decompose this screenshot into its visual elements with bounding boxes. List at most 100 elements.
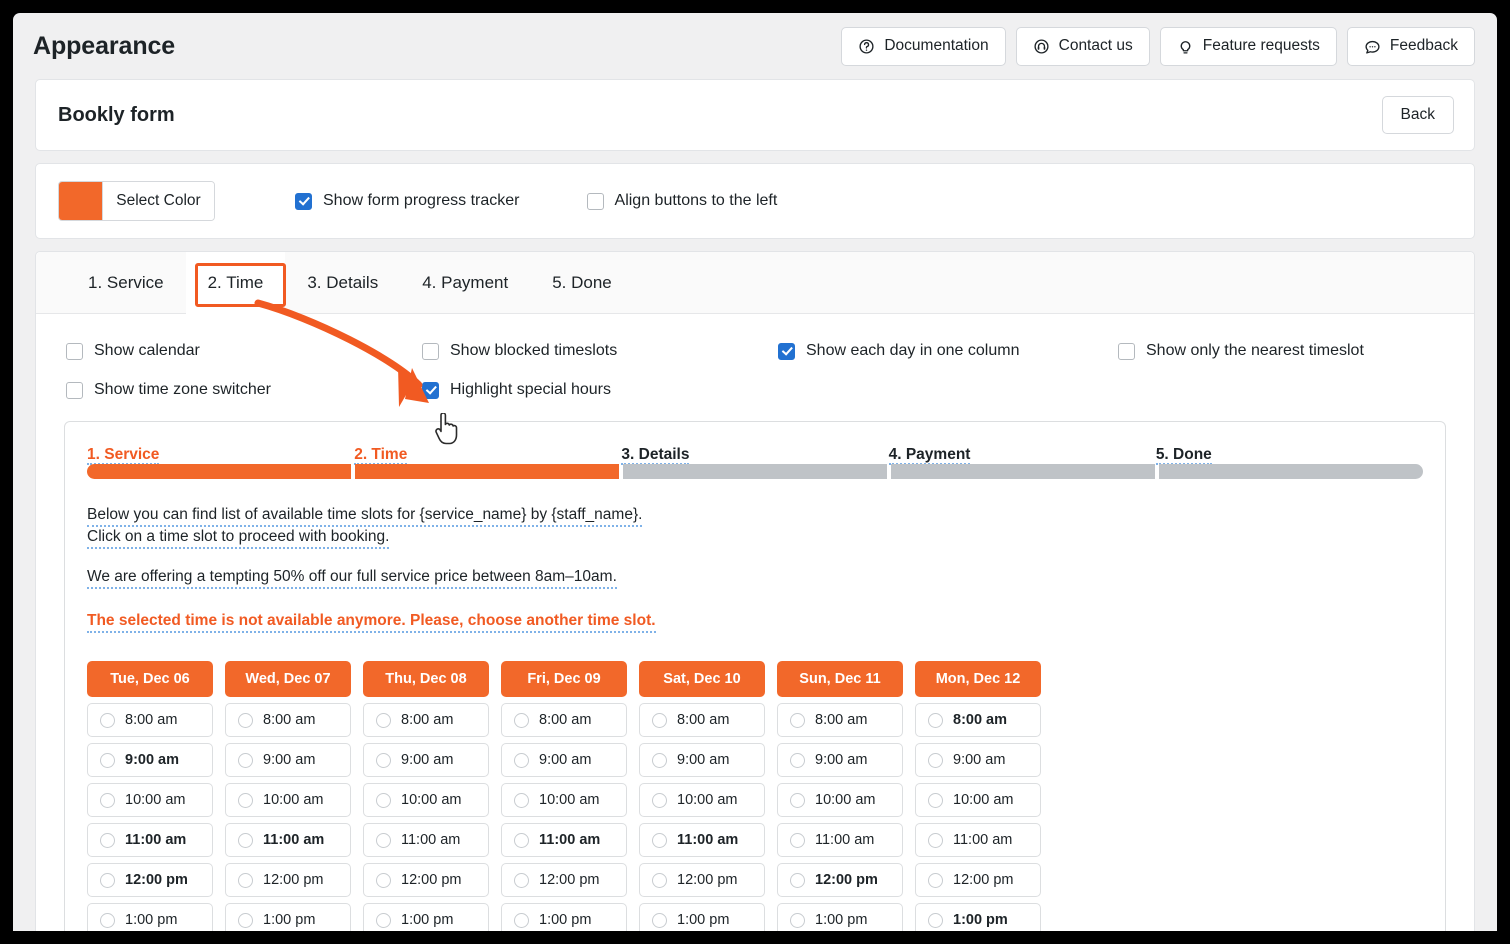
color-swatch[interactable] [59, 182, 102, 220]
timeslot-option[interactable]: 10:00 am [501, 783, 627, 817]
radio-icon[interactable] [790, 752, 805, 768]
preview-step-label[interactable]: 3. Details [621, 446, 690, 465]
radio-icon[interactable] [652, 792, 667, 808]
timeslot-option[interactable]: 1:00 pm [363, 903, 489, 931]
timeslot-option[interactable]: 1:00 pm [87, 903, 213, 931]
radio-icon[interactable] [100, 912, 115, 928]
timeslot-option[interactable]: 1:00 pm [777, 903, 903, 931]
radio-icon[interactable] [652, 712, 667, 728]
radio-icon[interactable] [238, 872, 253, 888]
radio-icon[interactable] [928, 832, 943, 848]
checkbox-icon[interactable] [778, 342, 795, 360]
checkbox-show-form-progress-tracker[interactable]: Show form progress tracker [295, 192, 520, 210]
checkbox-show-only-the-nearest-timeslot[interactable]: Show only the nearest timeslot [1118, 342, 1474, 360]
radio-icon[interactable] [790, 712, 805, 728]
timeslot-option[interactable]: 8:00 am [87, 703, 213, 737]
tab-5-done[interactable]: 5. Done [530, 252, 634, 314]
radio-icon[interactable] [514, 872, 529, 888]
checkbox-icon[interactable] [295, 192, 312, 210]
header-button-feedback[interactable]: Feedback [1346, 26, 1475, 66]
timeslot-option[interactable]: 11:00 am [363, 823, 489, 857]
timeslot-option[interactable]: 9:00 am [225, 743, 351, 777]
timeslot-option[interactable]: 1:00 pm [915, 903, 1041, 931]
radio-icon[interactable] [928, 912, 943, 928]
tab-3-details[interactable]: 3. Details [285, 252, 400, 314]
timeslot-option[interactable]: 11:00 am [915, 823, 1041, 857]
radio-icon[interactable] [928, 752, 943, 768]
radio-icon[interactable] [100, 832, 115, 848]
preview-step-label[interactable]: 4. Payment [888, 446, 971, 465]
preview-step-label[interactable]: 5. Done [1155, 446, 1212, 465]
tab-2-time[interactable]: 2. Time [185, 251, 286, 314]
timeslot-option[interactable]: 9:00 am [501, 743, 627, 777]
radio-icon[interactable] [928, 792, 943, 808]
checkbox-show-blocked-timeslots[interactable]: Show blocked timeslots [422, 342, 778, 360]
timeslot-option[interactable]: 9:00 am [915, 743, 1041, 777]
timeslot-option[interactable]: 10:00 am [639, 783, 765, 817]
preview-step-label[interactable]: 2. Time [354, 446, 408, 465]
radio-icon[interactable] [652, 912, 667, 928]
preview-step-label[interactable]: 1. Service [87, 446, 160, 465]
radio-icon[interactable] [514, 752, 529, 768]
timeslot-option[interactable]: 8:00 am [915, 703, 1041, 737]
timeslot-option[interactable]: 10:00 am [777, 783, 903, 817]
checkbox-icon[interactable] [422, 342, 439, 360]
radio-icon[interactable] [514, 912, 529, 928]
checkbox-icon[interactable] [422, 381, 439, 399]
timeslot-option[interactable]: 8:00 am [363, 703, 489, 737]
radio-icon[interactable] [100, 792, 115, 808]
preview-intro-line2[interactable]: Click on a time slot to proceed with boo… [87, 527, 390, 549]
checkbox-show-time-zone-switcher[interactable]: Show time zone switcher [66, 381, 422, 399]
checkbox-highlight-special-hours[interactable]: Highlight special hours [422, 381, 778, 399]
preview-error-text[interactable]: The selected time is not available anymo… [87, 611, 656, 633]
day-header[interactable]: Mon, Dec 12 [915, 661, 1041, 697]
header-button-feature-requests[interactable]: Feature requests [1159, 26, 1337, 66]
radio-icon[interactable] [514, 712, 529, 728]
timeslot-option[interactable]: 11:00 am [501, 823, 627, 857]
checkbox-icon[interactable] [66, 381, 83, 399]
timeslot-option[interactable]: 10:00 am [87, 783, 213, 817]
radio-icon[interactable] [928, 712, 943, 728]
header-button-contact-us[interactable]: Contact us [1015, 26, 1150, 66]
radio-icon[interactable] [928, 872, 943, 888]
timeslot-option[interactable]: 12:00 pm [501, 863, 627, 897]
day-header[interactable]: Sat, Dec 10 [639, 661, 765, 697]
radio-icon[interactable] [376, 792, 391, 808]
header-button-documentation[interactable]: Documentation [841, 26, 1006, 66]
checkbox-show-each-day-in-one-column[interactable]: Show each day in one column [778, 342, 1118, 360]
timeslot-option[interactable]: 12:00 pm [87, 863, 213, 897]
preview-intro-line1[interactable]: Below you can find list of available tim… [87, 505, 643, 527]
radio-icon[interactable] [238, 912, 253, 928]
timeslot-option[interactable]: 9:00 am [363, 743, 489, 777]
tab-1-service[interactable]: 1. Service [66, 252, 186, 314]
preview-promo-text[interactable]: We are offering a tempting 50% off our f… [87, 567, 617, 589]
radio-icon[interactable] [514, 792, 529, 808]
timeslot-option[interactable]: 12:00 pm [777, 863, 903, 897]
timeslot-option[interactable]: 12:00 pm [225, 863, 351, 897]
timeslot-option[interactable]: 10:00 am [225, 783, 351, 817]
radio-icon[interactable] [652, 872, 667, 888]
radio-icon[interactable] [376, 872, 391, 888]
timeslot-option[interactable]: 8:00 am [501, 703, 627, 737]
timeslot-option[interactable]: 12:00 pm [639, 863, 765, 897]
radio-icon[interactable] [238, 712, 253, 728]
day-header[interactable]: Sun, Dec 11 [777, 661, 903, 697]
day-header[interactable]: Thu, Dec 08 [363, 661, 489, 697]
radio-icon[interactable] [790, 792, 805, 808]
back-button[interactable]: Back [1381, 96, 1454, 134]
timeslot-option[interactable]: 1:00 pm [225, 903, 351, 931]
day-header[interactable]: Wed, Dec 07 [225, 661, 351, 697]
color-picker[interactable]: Select Color [58, 181, 215, 221]
radio-icon[interactable] [790, 912, 805, 928]
day-header[interactable]: Tue, Dec 06 [87, 661, 213, 697]
radio-icon[interactable] [376, 832, 391, 848]
timeslot-option[interactable]: 11:00 am [225, 823, 351, 857]
timeslot-option[interactable]: 9:00 am [777, 743, 903, 777]
timeslot-option[interactable]: 11:00 am [87, 823, 213, 857]
timeslot-option[interactable]: 8:00 am [777, 703, 903, 737]
timeslot-option[interactable]: 8:00 am [225, 703, 351, 737]
timeslot-option[interactable]: 10:00 am [915, 783, 1041, 817]
timeslot-option[interactable]: 12:00 pm [363, 863, 489, 897]
timeslot-option[interactable]: 12:00 pm [915, 863, 1041, 897]
radio-icon[interactable] [790, 832, 805, 848]
